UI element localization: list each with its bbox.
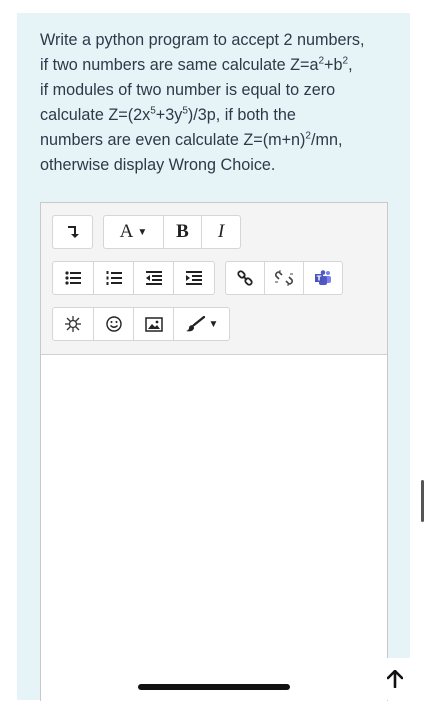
paintbrush-dropdown-caret-icon: ▼ xyxy=(208,318,219,330)
scroll-to-top-button[interactable] xyxy=(370,658,420,700)
emoji-icon xyxy=(105,316,122,332)
question-line-6: otherwise display Wrong Choice. xyxy=(40,156,276,174)
toolbar-group-collapse xyxy=(52,215,93,249)
special-character-button[interactable] xyxy=(53,308,94,340)
image-icon xyxy=(144,316,163,332)
toolbar-group-links: T xyxy=(225,261,343,295)
font-style-label: A xyxy=(119,221,134,242)
toolbar-group-insert: ▼ xyxy=(52,307,230,341)
special-character-icon xyxy=(64,315,82,333)
collapse-toolbar-button[interactable] xyxy=(53,216,92,248)
question-line-2: if two numbers are same calculate Z=a2+b… xyxy=(40,53,392,78)
ordered-list-button[interactable] xyxy=(94,262,134,294)
font-dropdown-caret-icon: ▼ xyxy=(137,226,148,238)
italic-label: I xyxy=(217,221,225,242)
question-line-4-a: calculate Z=(2x xyxy=(40,106,151,124)
font-style-button[interactable]: A ▼ xyxy=(104,216,164,248)
rich-text-editor: A ▼ B I T ▼ xyxy=(40,202,388,701)
question-line-4-b: +3y xyxy=(155,106,183,124)
unlink-button[interactable] xyxy=(265,262,304,294)
top-strip xyxy=(17,0,410,13)
unordered-list-icon xyxy=(65,271,81,285)
question-line-4: calculate Z=(2x5+3y5)/3p, if both the xyxy=(40,103,392,128)
editor-toolbar: A ▼ B I T ▼ xyxy=(41,203,387,355)
toolbar-group-format: A ▼ B I xyxy=(103,215,241,249)
link-icon xyxy=(237,270,253,286)
teams-meeting-button[interactable]: T xyxy=(304,262,342,294)
editor-content-area[interactable] xyxy=(41,355,387,701)
unordered-list-button[interactable] xyxy=(53,262,94,294)
bold-label: B xyxy=(176,221,189,242)
paintbrush-button[interactable]: ▼ xyxy=(174,308,229,340)
outdent-button[interactable] xyxy=(134,262,174,294)
question-line-3: if modules of two number is equal to zer… xyxy=(40,81,336,99)
bold-button[interactable]: B xyxy=(164,216,202,248)
indent-button[interactable] xyxy=(174,262,214,294)
question-line-4-c: )/3p, if both the xyxy=(187,106,296,124)
link-button[interactable] xyxy=(226,262,265,294)
question-line-5: numbers are even calculate Z=(m+n)2/mn, xyxy=(40,128,392,153)
paintbrush-icon xyxy=(185,316,205,332)
home-indicator xyxy=(138,684,290,690)
arrow-up-icon xyxy=(387,670,403,688)
toolbar-group-lists xyxy=(52,261,215,295)
unlink-icon xyxy=(275,270,293,286)
outdent-icon xyxy=(145,271,162,285)
emoji-button[interactable] xyxy=(94,308,134,340)
question-line-2-a: if two numbers are same calculate Z=a xyxy=(40,56,319,74)
image-button[interactable] xyxy=(134,308,174,340)
teams-meeting-icon: T xyxy=(314,270,332,286)
ordered-list-icon xyxy=(106,271,122,285)
collapse-toolbar-icon xyxy=(67,225,79,239)
page-scrollbar[interactable] xyxy=(421,480,424,522)
question-line-2-c: , xyxy=(348,56,353,74)
question-line-2-b: +b xyxy=(324,56,343,74)
question-line-5-b: /mn, xyxy=(310,131,343,149)
question-text: Write a python program to accept 2 numbe… xyxy=(40,28,392,178)
question-line-1: Write a python program to accept 2 numbe… xyxy=(40,31,365,49)
svg-text:T: T xyxy=(317,275,322,283)
question-line-5-a: numbers are even calculate Z=(m+n) xyxy=(40,131,306,149)
indent-icon xyxy=(186,271,202,285)
italic-button[interactable]: I xyxy=(202,216,240,248)
